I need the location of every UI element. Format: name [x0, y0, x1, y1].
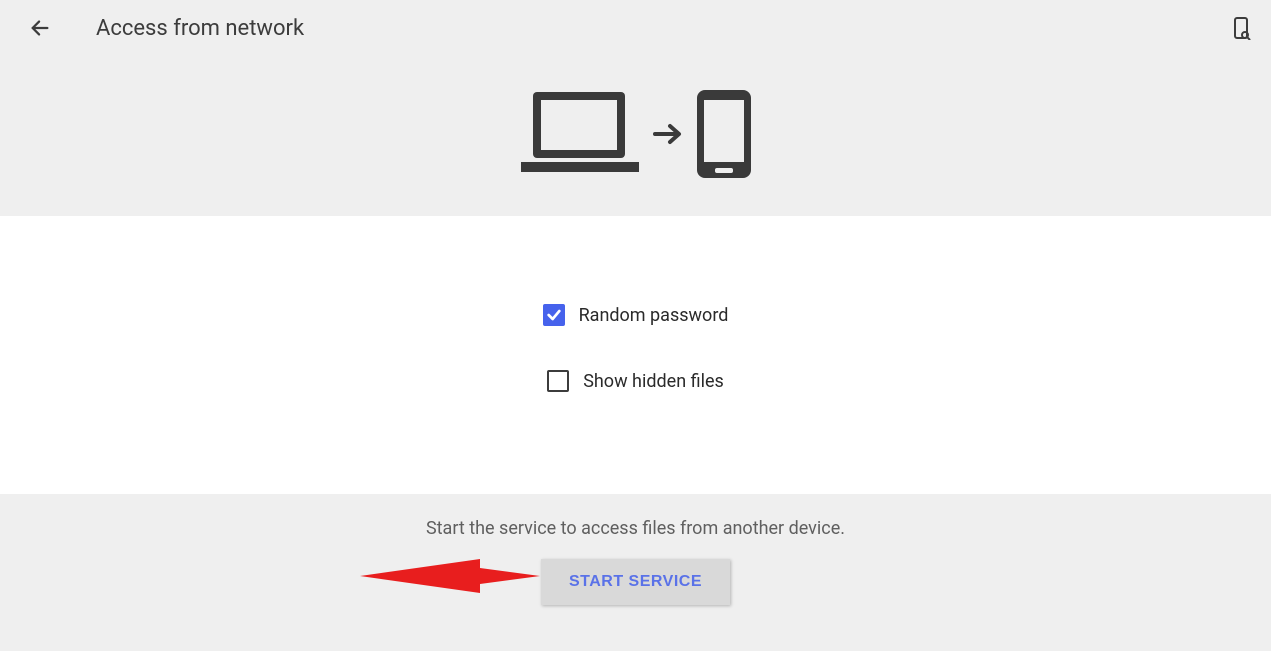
annotation-arrow-icon: [360, 549, 545, 603]
back-button[interactable]: [24, 12, 56, 44]
checkmark-icon: [546, 307, 562, 323]
show-hidden-files-checkbox[interactable]: [547, 370, 569, 392]
show-hidden-files-option[interactable]: Show hidden files: [547, 370, 724, 392]
footer-section: Start the service to access files from a…: [0, 494, 1271, 651]
random-password-label: Random password: [579, 305, 729, 326]
options-section: Random password Show hidden files: [0, 216, 1271, 494]
header-section: Access from network: [0, 0, 1271, 216]
device-search-button[interactable]: [1227, 14, 1255, 42]
device-search-icon: [1229, 16, 1253, 40]
show-hidden-files-label: Show hidden files: [583, 371, 724, 392]
hero-illustration: [519, 88, 753, 180]
arrow-right-icon: [653, 122, 683, 146]
phone-icon: [695, 88, 753, 180]
top-bar: Access from network: [0, 0, 1271, 56]
page-title: Access from network: [96, 16, 304, 41]
random-password-option[interactable]: Random password: [543, 304, 729, 326]
start-service-button[interactable]: START SERVICE: [541, 559, 730, 605]
random-password-checkbox[interactable]: [543, 304, 565, 326]
laptop-icon: [519, 88, 641, 180]
arrow-left-icon: [29, 17, 51, 39]
footer-hint-text: Start the service to access files from a…: [426, 518, 845, 539]
